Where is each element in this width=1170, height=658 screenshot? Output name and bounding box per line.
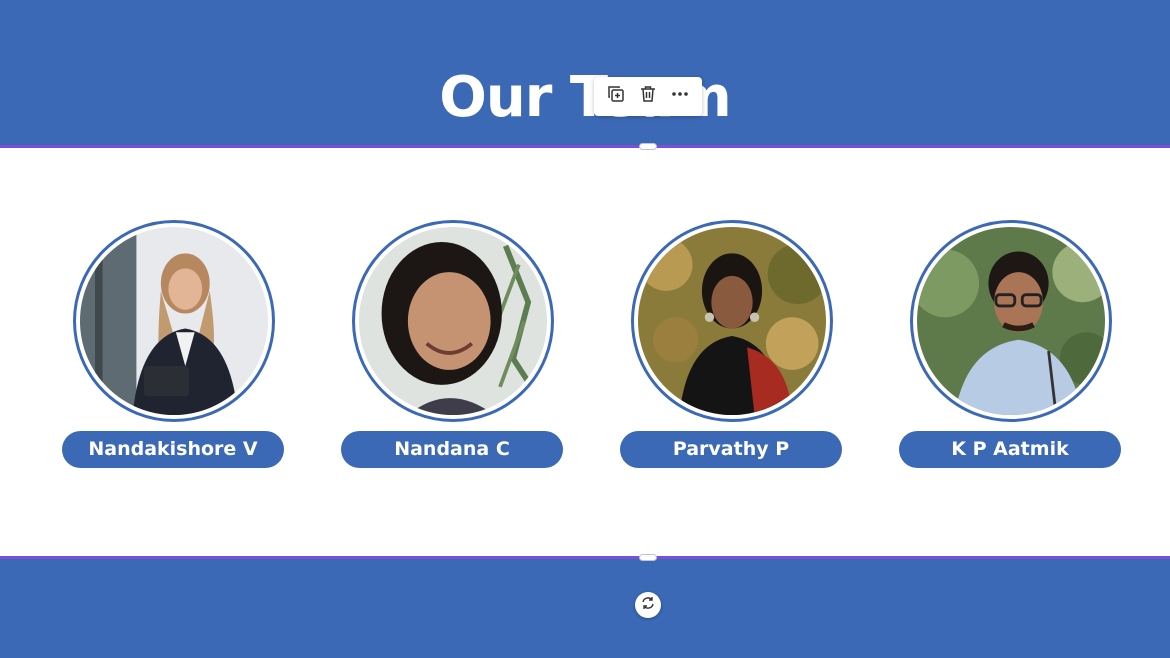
member-photo[interactable] <box>73 220 275 422</box>
refresh-button[interactable] <box>635 592 661 618</box>
team-member-card: Nandakishore V <box>62 220 286 470</box>
selection-outline-top <box>0 145 1170 148</box>
photo-woman-curly-hair <box>359 227 547 415</box>
resize-handle-top[interactable] <box>639 143 657 150</box>
duplicate-button[interactable] <box>602 83 630 111</box>
team-member-card: Nandana C <box>341 220 565 470</box>
more-horizontal-icon <box>670 84 690 109</box>
resize-handle-bottom[interactable] <box>639 554 657 561</box>
member-name: Parvathy P <box>620 431 842 468</box>
footer-band <box>0 558 1170 658</box>
section-title[interactable]: Our Team <box>0 64 1170 132</box>
duplicate-icon <box>606 84 626 109</box>
member-photo[interactable] <box>631 220 833 422</box>
team-member-card: Parvathy P <box>620 220 844 470</box>
photo-woman-red-shawl <box>638 227 826 415</box>
member-name: Nandakishore V <box>62 431 284 468</box>
member-photo[interactable] <box>910 220 1112 422</box>
block-toolbar <box>594 77 702 116</box>
trash-icon <box>638 84 658 109</box>
selection-outline-bottom <box>0 556 1170 559</box>
member-photo[interactable] <box>352 220 554 422</box>
team-member-card: K P Aatmik <box>899 220 1123 470</box>
photo-woman-blazer <box>80 227 268 415</box>
member-name: K P Aatmik <box>899 431 1121 468</box>
refresh-icon <box>640 595 656 616</box>
member-name: Nandana C <box>341 431 563 468</box>
delete-button[interactable] <box>634 83 662 111</box>
photo-man-glasses <box>917 227 1105 415</box>
team-members: Nandakishore V Nandana C Parvathy P K P … <box>0 220 1170 470</box>
more-options-button[interactable] <box>666 83 694 111</box>
